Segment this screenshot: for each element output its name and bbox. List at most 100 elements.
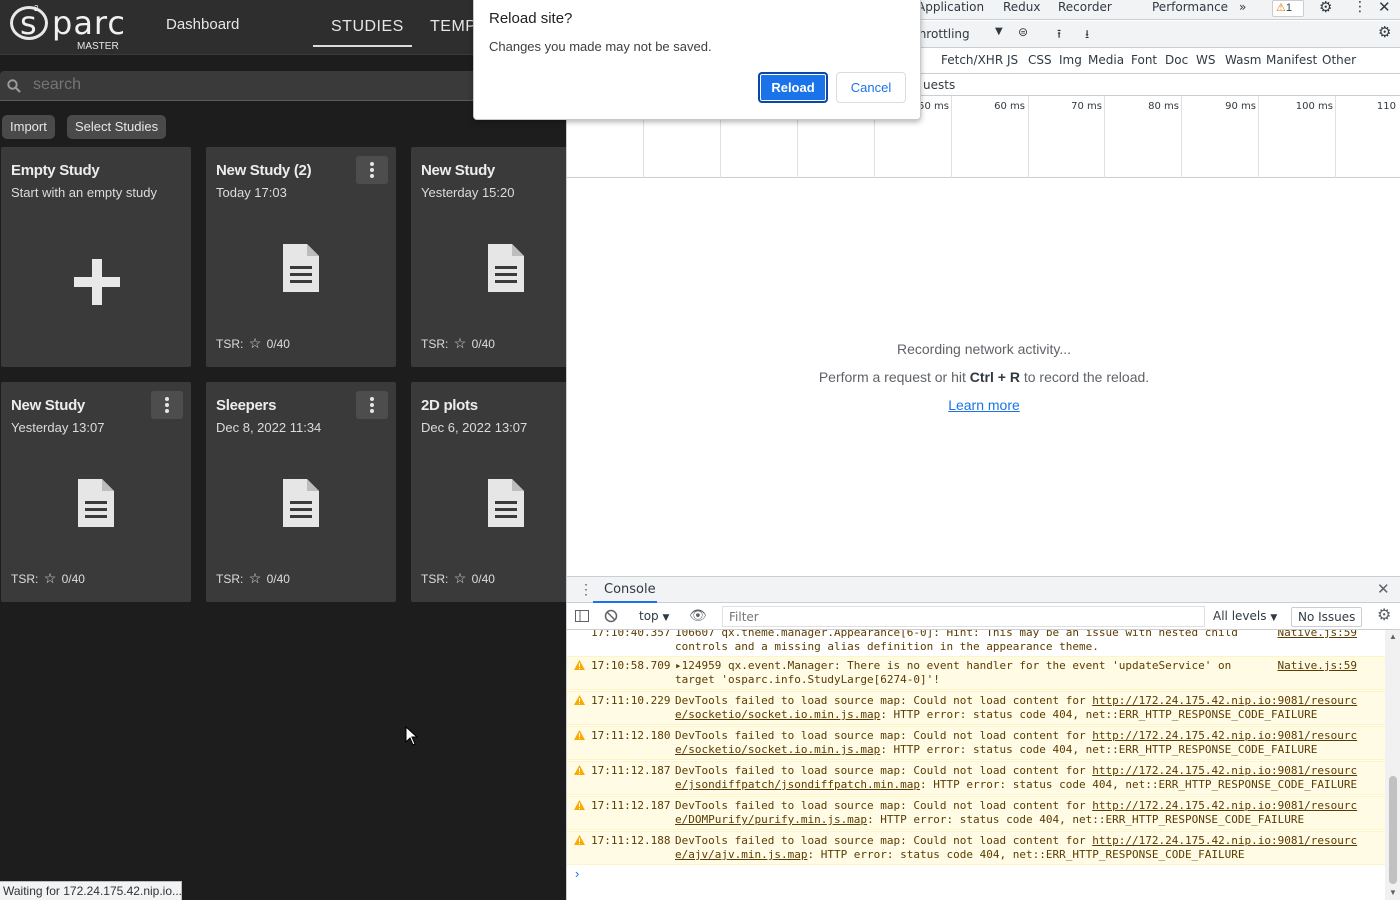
source-map-url[interactable]: http://172.24.175.42.nip.io:9081/resourc [1092,834,1357,847]
scrollbar-thumb[interactable] [1389,776,1397,884]
tab-studies[interactable]: STUDIES [331,18,404,36]
learn-more-link[interactable]: Learn more [567,397,1400,413]
network-conditions-icon[interactable]: ⊜ [1018,25,1028,39]
browser-status-bar: Waiting for 172.24.175.42.nip.io... [0,881,182,900]
card-menu-button[interactable] [151,391,183,419]
source-map-url[interactable]: http://172.24.175.42.nip.io:9081/resourc [1092,799,1357,812]
select-studies-button[interactable]: Select Studies [67,115,167,139]
source-map-url[interactable]: http://172.24.175.42.nip.io:9081/resourc [1092,694,1357,707]
hint-text: to record the reload. [1019,369,1150,385]
osparc-app: s 2 parc MASTER Dashboard STUDIES TEMP I… [0,0,566,900]
plus-icon [74,259,120,305]
close-drawer-icon[interactable]: ✕ [1377,580,1390,598]
log-source-link[interactable]: Native.js:59 [1278,659,1357,672]
filter-font[interactable]: Font [1131,53,1157,67]
tab-recorder[interactable]: Recorder [1058,0,1112,14]
filter-fetch-xhr[interactable]: Fetch/XHR [941,53,1003,67]
log-timestamp: 17:10:58.709 [591,659,671,672]
console-scrollbar[interactable]: ▲ ▼ [1385,630,1400,900]
tab-console[interactable]: Console [604,582,656,597]
study-card[interactable]: New Study Yesterday 13:07 TSR: ☆ 0/40 [1,382,191,602]
tab-redux[interactable]: Redux [1003,0,1041,14]
console-message: 17:11:12.188 DevTools failed to load sou… [567,831,1385,865]
settings-gear-icon[interactable]: ⚙ [1319,0,1332,16]
cancel-button[interactable]: Cancel [836,72,906,103]
tab-templates[interactable]: TEMP [430,18,476,36]
console-prompt-icon[interactable]: › [575,866,579,881]
log-source-link[interactable]: Native.js:59 [1278,630,1357,639]
tab-application[interactable]: Application [917,0,984,14]
drawer-menu-icon[interactable]: ⋮ [579,581,593,598]
download-icon[interactable]: ⭳ [1085,25,1089,46]
network-settings-gear-icon[interactable]: ⚙ [1378,23,1391,41]
osparc-logo[interactable]: s 2 parc MASTER [8,2,125,52]
search-input[interactable] [33,76,473,94]
card-menu-button[interactable] [356,156,388,184]
scroll-down-icon[interactable]: ▼ [1389,888,1397,897]
tab-performance[interactable]: Performance [1152,0,1228,14]
warning-icon [574,730,585,740]
document-icon [283,479,319,527]
upload-icon[interactable]: ⭱ [1057,25,1061,46]
card-date: Yesterday 13:07 [11,420,105,435]
recording-title: Recording network activity... [896,341,1072,357]
filter-wasm[interactable]: Wasm [1225,53,1261,67]
reload-button[interactable]: Reload [758,72,828,103]
console-message: 17:10:40.357 106607 qx.theme.manager.App… [567,630,1385,654]
filter-other[interactable]: Other [1322,53,1356,67]
logo-superscript: 2 [34,4,39,13]
warning-icon [574,695,585,705]
log-message: DevTools failed to load source map: Coul… [675,729,1358,756]
star-icon: ☆ [43,570,57,586]
throttling-select[interactable]: throttling [914,27,970,41]
warning-icon: ⚠ [1276,2,1286,14]
filter-media[interactable]: Media [1088,53,1124,67]
timeline-tick: 110 [1376,101,1396,112]
sidebar-toggle-icon[interactable] [575,610,589,622]
study-card-empty[interactable]: Empty Study Start with an empty study [1,147,191,367]
log-levels-select[interactable]: All levels ▼ [1213,609,1277,623]
console-message: 17:10:58.709 ▸124959 qx.event.Manager: T… [567,656,1385,690]
source-map-url[interactable]: e/socketio/socket.io.min.js.map [675,708,880,721]
source-map-url[interactable]: http://172.24.175.42.nip.io:9081/resourc [1092,764,1357,777]
console-message: 17:11:12.187 DevTools failed to load sou… [567,761,1385,795]
import-button[interactable]: Import [2,115,55,139]
filter-doc[interactable]: Doc [1165,53,1188,67]
console-settings-gear-icon[interactable]: ⚙ [1377,605,1391,625]
filter-ws[interactable]: WS [1196,53,1215,67]
dialog-message: Changes you made may not be saved. [489,39,712,54]
warning-badge[interactable]: ⚠1 [1272,0,1304,17]
log-timestamp: 17:11:12.188 [591,834,671,847]
source-map-url[interactable]: e/DOMPurify/purify.min.js.map [675,813,867,826]
filter-manifest[interactable]: Manifest [1266,53,1317,67]
eye-icon[interactable]: 👁 [689,607,707,624]
kebab-menu-icon[interactable]: ⋮ [1353,0,1367,15]
study-card[interactable]: 2D plots Dec 6, 2022 13:07 TSR: ☆ 0/40 [411,382,566,602]
console-message: 17:11:12.180 DevTools failed to load sou… [567,726,1385,760]
issues-button[interactable]: No Issues [1291,607,1363,627]
filter-js[interactable]: JS [1007,53,1018,67]
more-tabs-button[interactable]: » [1239,0,1246,14]
filter-img[interactable]: Img [1059,53,1082,67]
source-map-url[interactable]: e/jsondiffpatch/jsondiffpatch.min.map [675,778,920,791]
close-icon[interactable]: ✕ [1378,0,1391,16]
source-map-url[interactable]: e/ajv/ajv.min.js.map [675,848,807,861]
card-date: Yesterday 15:20 [421,185,515,200]
console-filter-input[interactable] [722,606,1205,627]
clear-console-icon[interactable] [604,609,618,623]
context-select[interactable]: top ▼ [639,609,669,623]
chevron-down-icon: ▼ [995,26,1003,37]
source-map-url[interactable]: e/socketio/socket.io.min.js.map [675,743,880,756]
network-empty-state: Recording network activity... Perform a … [567,178,1400,575]
study-card[interactable]: New Study Yesterday 15:20 TSR: ☆ 0/40 [411,147,566,367]
study-card[interactable]: New Study (2) Today 17:03 TSR: ☆ 0/40 [206,147,396,367]
active-tab-indicator [313,45,412,47]
card-menu-button[interactable] [356,391,388,419]
card-title: New Study [421,162,495,179]
filter-css[interactable]: CSS [1028,53,1052,67]
scroll-up-icon[interactable]: ▲ [1389,632,1397,641]
source-map-url[interactable]: http://172.24.175.42.nip.io:9081/resourc [1092,729,1357,742]
study-card[interactable]: Sleepers Dec 8, 2022 11:34 TSR: ☆ 0/40 [206,382,396,602]
star-icon: ☆ [248,335,262,351]
nav-dashboard[interactable]: Dashboard [166,16,239,33]
